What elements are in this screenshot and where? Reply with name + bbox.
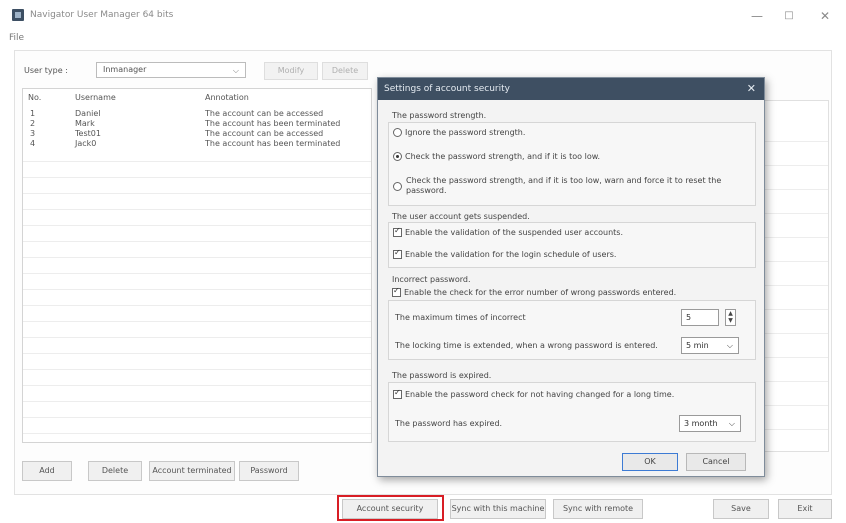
window-title: Navigator User Manager 64 bits bbox=[30, 10, 174, 20]
maximize-button[interactable]: □ bbox=[774, 6, 804, 26]
header-no: No. bbox=[28, 93, 42, 102]
highlight-box bbox=[337, 495, 444, 521]
chevron-down-icon: ⌵ bbox=[728, 419, 735, 428]
locking-time-label: The locking time is extended, when a wro… bbox=[395, 341, 658, 350]
strength-option-check[interactable]: Check the password strength, and if it i… bbox=[393, 152, 600, 161]
account-security-dialog: Settings of account security ✕ The passw… bbox=[377, 77, 765, 477]
user-type-select[interactable]: Inmanager ⌵ bbox=[96, 62, 246, 78]
sync-remote-button[interactable]: Sync with remote bbox=[553, 499, 643, 519]
table-row[interactable]: 1 Daniel The account can be accessed bbox=[23, 109, 371, 119]
strength-option-ignore[interactable]: Ignore the password strength. bbox=[393, 128, 525, 137]
delete-top-button[interactable]: Delete bbox=[322, 62, 368, 80]
spinner-icon[interactable]: ▲ ▼ bbox=[725, 309, 736, 326]
cancel-button[interactable]: Cancel bbox=[686, 453, 746, 471]
header-annotation: Annotation bbox=[205, 93, 249, 102]
expired-period-select[interactable]: 3 month ⌵ bbox=[679, 415, 741, 432]
exit-button[interactable]: Exit bbox=[778, 499, 832, 519]
checkbox-checked-icon bbox=[392, 286, 401, 297]
dialog-title: Settings of account security bbox=[378, 78, 764, 100]
strength-group: Ignore the password strength. Check the … bbox=[388, 122, 756, 206]
locking-time-select[interactable]: 5 min ⌵ bbox=[681, 337, 739, 354]
user-table: No. Username Annotation 1 Daniel The acc… bbox=[22, 88, 372, 443]
incorrect-heading: Incorrect password. bbox=[392, 275, 471, 284]
close-button[interactable]: ✕ bbox=[810, 6, 840, 26]
user-type-label: User type : bbox=[24, 66, 68, 75]
suspended-heading: The user account gets suspended. bbox=[392, 212, 530, 221]
chevron-down-icon: ⌵ bbox=[726, 341, 733, 350]
table-row[interactable]: 2 Mark The account has been terminated bbox=[23, 119, 371, 129]
chevron-down-icon: ⌵ bbox=[232, 66, 239, 75]
account-terminated-button[interactable]: Account terminated bbox=[149, 461, 235, 481]
table-row[interactable]: 4 Jack0 The account has been terminated bbox=[23, 139, 371, 149]
add-button[interactable]: Add bbox=[22, 461, 72, 481]
incorrect-group: The maximum times of incorrect 5 ▲ ▼ The … bbox=[388, 300, 756, 360]
max-incorrect-input[interactable]: 5 bbox=[681, 309, 719, 326]
dialog-close-icon[interactable]: ✕ bbox=[747, 78, 756, 100]
wrong-password-checkbox[interactable]: Enable the check for the error number of… bbox=[392, 286, 676, 297]
expired-heading: The password is expired. bbox=[392, 371, 492, 380]
password-button[interactable]: Password bbox=[239, 461, 299, 481]
save-button[interactable]: Save bbox=[713, 499, 769, 519]
user-type-value: Inmanager bbox=[103, 65, 147, 74]
expired-group: Enable the password check for not having… bbox=[388, 382, 756, 442]
sync-machine-button[interactable]: Sync with this machine bbox=[450, 499, 546, 519]
modify-button[interactable]: Modify bbox=[264, 62, 318, 80]
delete-button[interactable]: Delete bbox=[88, 461, 142, 481]
checkbox-checked-icon bbox=[393, 226, 402, 237]
suspended-validation-checkbox[interactable]: Enable the validation of the suspended u… bbox=[393, 226, 623, 237]
radio-icon bbox=[393, 182, 402, 191]
radio-selected-icon bbox=[393, 152, 402, 161]
expired-label: The password has expired. bbox=[395, 419, 503, 428]
checkbox-checked-icon bbox=[393, 388, 402, 399]
menu-file[interactable]: File bbox=[9, 33, 24, 43]
title-bar: Navigator User Manager 64 bits — □ ✕ bbox=[0, 0, 846, 32]
app-icon bbox=[12, 9, 24, 21]
header-username: Username bbox=[75, 93, 116, 102]
strength-option-force-reset[interactable]: Check the password strength, and if it i… bbox=[393, 176, 721, 195]
suspended-group: Enable the validation of the suspended u… bbox=[388, 222, 756, 268]
expired-check-checkbox[interactable]: Enable the password check for not having… bbox=[393, 388, 674, 399]
ok-button[interactable]: OK bbox=[622, 453, 678, 471]
strength-heading: The password strength. bbox=[392, 111, 487, 120]
login-schedule-checkbox[interactable]: Enable the validation for the login sche… bbox=[393, 248, 616, 259]
minimize-button[interactable]: — bbox=[742, 6, 772, 26]
max-incorrect-label: The maximum times of incorrect bbox=[395, 313, 526, 322]
checkbox-checked-icon bbox=[393, 248, 402, 259]
table-row[interactable]: 3 Test01 The account can be accessed bbox=[23, 129, 371, 139]
radio-icon bbox=[393, 128, 402, 137]
